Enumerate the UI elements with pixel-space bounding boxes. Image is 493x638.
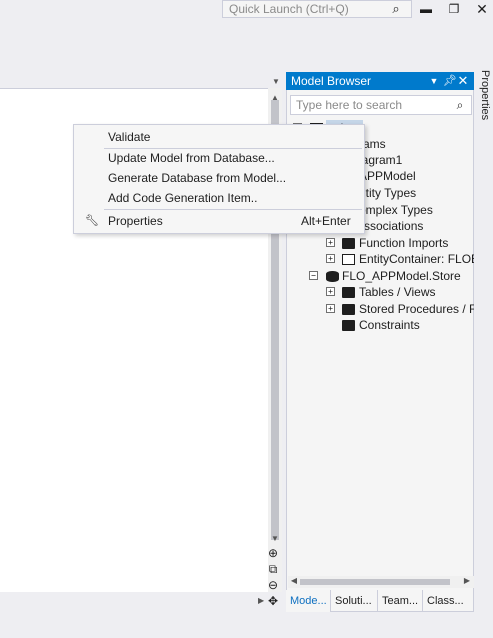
tree-item-label: iagram1 — [359, 153, 403, 167]
menu-item-label: Update Model from Database... — [108, 151, 275, 165]
tree-item-label: Stored Procedures / Fun — [359, 302, 474, 316]
tab-solution-explorer[interactable]: Soluti... — [331, 590, 378, 612]
tree-item-label: ssociations — [364, 219, 424, 233]
tree-horizontal-scrollbar[interactable] — [288, 576, 474, 588]
tree-item-label: FLO_APPModel.Store — [342, 269, 461, 283]
tab-model-browser[interactable]: Mode... — [286, 590, 331, 612]
quick-launch-input[interactable]: Quick Launch (Ctrl+Q) — [222, 0, 412, 18]
menu-item-generate-database[interactable]: Generate Database from Model... — [75, 168, 363, 188]
tree-item-label: APPModel — [359, 169, 416, 183]
scroll-down-icon[interactable]: ▼ — [268, 534, 282, 544]
quick-launch-placeholder: Quick Launch (Ctrl+Q) — [229, 2, 349, 16]
database-icon — [326, 271, 339, 282]
model-search-input[interactable]: Type here to search — [290, 95, 472, 115]
minimize-icon[interactable]: ▬ — [418, 1, 434, 17]
folder-icon — [342, 238, 355, 249]
menu-item-shortcut: Alt+Enter — [301, 214, 351, 228]
scroll-thumb[interactable] — [300, 579, 450, 585]
folder-icon — [342, 320, 355, 331]
tree-item[interactable]: − FLO_APPModel.Store — [286, 268, 474, 284]
properties-side-tab-label: Properties — [479, 70, 491, 121]
menu-item-add-code-generation[interactable]: Add Code Generation Item.. — [75, 188, 363, 208]
menu-separator — [104, 209, 362, 210]
tree-item-label: Function Imports — [359, 236, 449, 250]
scroll-right-icon[interactable]: ▶ — [258, 596, 266, 606]
context-menu: Validate Update Model from Database... G… — [73, 124, 365, 234]
tree-item[interactable]: + EntityContainer: FLOEnt — [286, 251, 474, 267]
panel-close-icon[interactable]: ✕ — [457, 73, 469, 89]
scroll-left-icon[interactable]: ◀ — [288, 576, 300, 588]
menu-item-update-model[interactable]: Update Model from Database... — [75, 148, 363, 168]
restore-icon[interactable]: ❐ — [446, 1, 462, 17]
tab-team-explorer[interactable]: Team... — [378, 590, 423, 612]
tree-item-label: EntityContainer: FLOEnt — [359, 252, 474, 266]
expand-icon[interactable]: + — [326, 287, 335, 296]
tree-item-label: omplex Types — [359, 203, 433, 217]
menu-item-validate[interactable]: Validate — [75, 127, 363, 147]
expand-icon[interactable]: + — [326, 304, 335, 313]
wrench-icon: 🔧︎ — [85, 215, 99, 227]
menu-item-properties[interactable]: 🔧︎ Properties Alt+Enter — [75, 211, 363, 231]
properties-side-tab[interactable]: Properties — [478, 70, 492, 130]
entity-container-icon — [342, 254, 355, 265]
editor-horizontal-scrollbar[interactable] — [0, 592, 268, 610]
search-icon[interactable]: ⌕ — [388, 1, 404, 17]
zoom-fit-icon[interactable]: ⧉ — [265, 562, 281, 576]
zoom-out-icon[interactable]: ⊖ — [265, 578, 281, 592]
model-browser-title: Model Browser — [291, 74, 372, 88]
expand-icon[interactable]: + — [326, 254, 335, 263]
dropdown-icon[interactable]: ▼ — [428, 73, 440, 89]
tab-class-view[interactable]: Class... — [423, 590, 471, 612]
expand-icon[interactable]: + — [326, 238, 335, 247]
tree-item[interactable]: + Stored Procedures / Fun — [286, 301, 474, 317]
tree-item[interactable]: Constraints — [286, 317, 474, 333]
scroll-up-icon[interactable]: ▲ — [268, 93, 282, 103]
tree-item[interactable]: + Function Imports — [286, 235, 474, 251]
collapse-icon[interactable]: − — [309, 271, 318, 280]
tree-item[interactable]: + Tables / Views — [286, 284, 474, 300]
tree-item-label: ntity Types — [359, 186, 417, 200]
menu-item-label: Add Code Generation Item.. — [108, 191, 258, 205]
pin-icon[interactable]: 📌︎ — [443, 73, 457, 89]
menu-item-label: Properties — [108, 214, 163, 228]
zoom-in-icon[interactable]: ⊕ — [265, 546, 281, 560]
close-icon[interactable]: ✕ — [474, 1, 490, 17]
tree-item-label: Tables / Views — [359, 285, 436, 299]
folder-icon — [342, 287, 355, 298]
menu-item-label: Validate — [108, 130, 151, 144]
panel-tab-strip: Mode... Soluti... Team... Class... — [286, 590, 474, 612]
menu-item-label: Generate Database from Model... — [108, 171, 287, 185]
scroll-right-icon[interactable]: ▶ — [461, 576, 473, 588]
search-icon[interactable]: ⌕ — [452, 96, 468, 114]
folder-icon — [342, 304, 355, 315]
editor-dropdown-icon[interactable]: ▼ — [270, 77, 282, 87]
tree-item-label: Constraints — [359, 318, 420, 332]
search-placeholder: Type here to search — [296, 98, 403, 112]
